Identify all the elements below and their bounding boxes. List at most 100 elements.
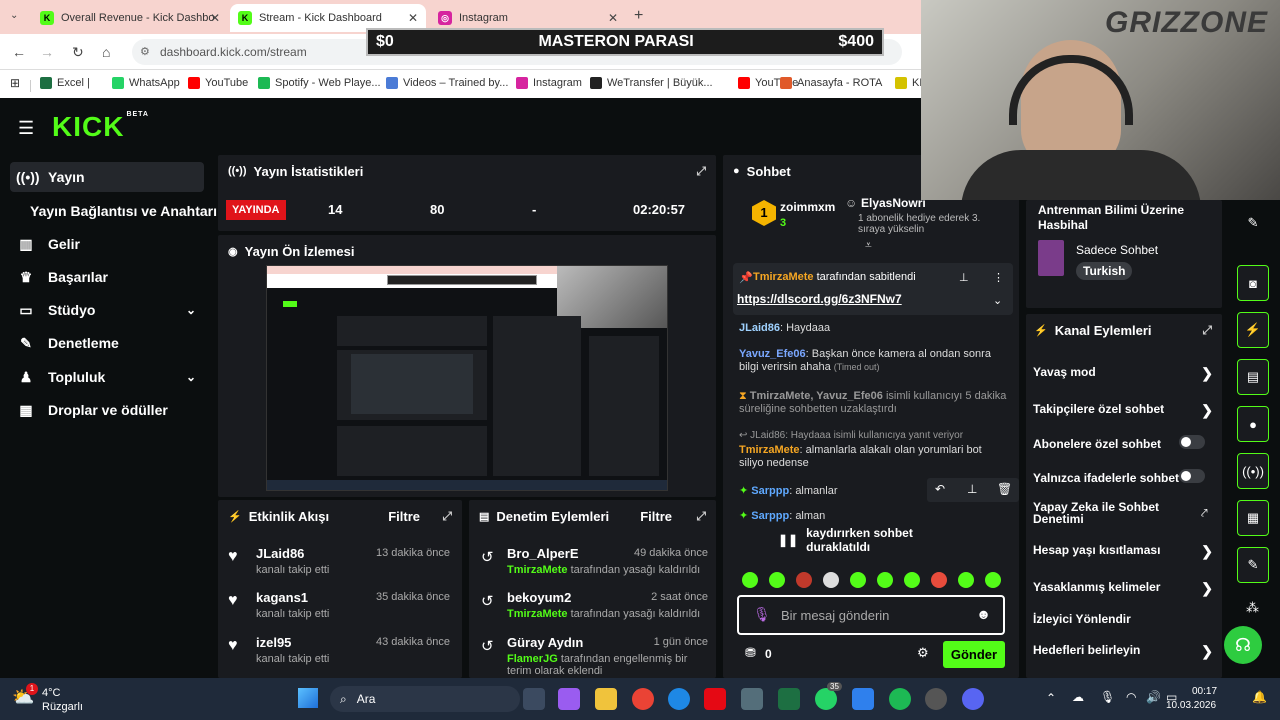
sidebar-item-stream-key[interactable]: Yayın Bağlantısı ve Anahtarı <box>24 196 218 226</box>
slow-mode-button[interactable]: Yavaş mod ❯ <box>1033 365 1213 381</box>
chat-message[interactable]: ✦ Sarppp: alman <box>739 510 1009 523</box>
set-goals-button[interactable]: Hedefleri belirleyin ❯ <box>1033 643 1213 659</box>
list-item[interactable]: ♥ kagans1 kanalı takip etti 35 dakika ön… <box>218 586 458 630</box>
subscribers-only-toggle[interactable] <box>1179 435 1205 449</box>
chat-username[interactable]: Sarppp <box>751 510 789 522</box>
copilot-icon[interactable] <box>558 688 580 710</box>
expand-icon[interactable]: ⤢ <box>696 164 706 179</box>
emote-icon[interactable] <box>985 572 1001 588</box>
emote-icon[interactable] <box>958 572 974 588</box>
pinned-message[interactable]: 📌 TmirzaMete tarafından sabitlendi ⊥ ⋮ h… <box>733 263 1013 315</box>
list-item[interactable]: ↺ Bro_AlperE TmirzaMete tarafından yasağ… <box>469 542 716 586</box>
sidebar-item-topluluk[interactable]: ♟ Topluluk ⌄ <box>10 362 204 392</box>
wifi-icon[interactable]: ◠ <box>1126 690 1136 704</box>
excel-icon[interactable] <box>778 688 800 710</box>
stream-preview-video[interactable] <box>266 265 668 491</box>
home-icon[interactable]: ⌂ <box>102 44 110 60</box>
emoji-icon[interactable]: ☻ <box>976 606 991 622</box>
trash-icon[interactable]: 🗑 <box>997 482 1012 496</box>
chat-message[interactable]: JLaid86: Haydaaa <box>739 322 1009 335</box>
gift-target-user[interactable]: ElyasNowrı <box>861 196 926 210</box>
bolt-icon[interactable]: ⚡ <box>1237 312 1269 348</box>
edge-icon[interactable] <box>668 688 690 710</box>
forward-icon[interactable]: → <box>40 44 54 60</box>
sidebar-item-denetleme[interactable]: ✎ Denetleme <box>10 328 204 358</box>
task-view-icon[interactable] <box>523 688 545 710</box>
category-thumbnail[interactable] <box>1038 240 1064 276</box>
chat-message[interactable]: TmirzaMete: almanlarla alakalı olan yoru… <box>739 444 1009 470</box>
site-info-icon[interactable]: ⚙ <box>140 45 150 58</box>
bookmark-item[interactable]: YouTube <box>188 77 248 89</box>
sidebar-item-droplar[interactable]: ▦ Droplar ve ödüller <box>10 395 204 425</box>
chevron-down-icon[interactable]: ⌄ <box>186 370 196 384</box>
chat-username[interactable]: Yavuz_Efe06 <box>739 348 806 360</box>
chat-username[interactable]: JLaid86 <box>739 322 780 334</box>
close-icon[interactable]: ✕ <box>408 11 418 25</box>
store-icon[interactable] <box>741 688 763 710</box>
cloud-icon[interactable]: ☁ <box>1072 690 1084 704</box>
windows-start-icon[interactable] <box>298 688 318 708</box>
collapse-icon[interactable]: ⩡ <box>865 238 872 253</box>
settings-app-icon[interactable] <box>852 688 874 710</box>
clock-date[interactable]: 10.03.2026 <box>1166 700 1216 711</box>
emote-icon[interactable] <box>796 572 812 588</box>
share-icon[interactable]: ⁂ <box>1246 600 1259 616</box>
wrench-icon[interactable]: ✎ <box>1237 547 1269 583</box>
emote-icon[interactable] <box>769 572 785 588</box>
bookmark-item[interactable]: Excel | <box>40 77 90 89</box>
category-name[interactable]: Sadece Sohbet <box>1076 243 1158 257</box>
microphone-icon[interactable]: 🎙 <box>753 606 771 623</box>
back-icon[interactable]: ← <box>12 44 26 60</box>
reload-icon[interactable]: ↻ <box>72 44 84 61</box>
emote-icon[interactable] <box>931 572 947 588</box>
chevron-down-icon[interactable]: ⌄ <box>993 294 1002 307</box>
emote-icon[interactable] <box>904 572 920 588</box>
chrome-icon[interactable] <box>632 688 654 710</box>
bookmark-item[interactable]: Spotify - Web Playe... <box>258 77 381 89</box>
chat-username[interactable]: TmirzaMete <box>739 444 800 456</box>
emote-icon[interactable] <box>823 572 839 588</box>
apps-grid-icon[interactable]: ⊞ <box>10 76 20 90</box>
sidebar-item-basarilar[interactable]: ♛ Başarılar <box>10 262 204 292</box>
emote-icon[interactable] <box>742 572 758 588</box>
expand-icon[interactable]: ⤢ <box>442 509 452 524</box>
file-explorer-icon[interactable] <box>595 688 617 710</box>
sidebar-item-gelir[interactable]: ▥ Gelir <box>10 229 204 259</box>
send-button[interactable]: Gönder <box>943 641 1005 668</box>
more-options-icon[interactable]: ⋮ <box>993 271 1004 284</box>
chat-username[interactable]: Sarppp <box>751 485 789 497</box>
ai-moderation-button[interactable]: Yapay Zeka ile Sohbet Denetimi <box>1033 501 1183 525</box>
emote-icon[interactable] <box>877 572 893 588</box>
chat-message[interactable]: Yavuz_Efe06: Başkan önce kamera al ondan… <box>739 348 1009 374</box>
tab-menu-icon[interactable]: ⌄ <box>10 10 18 21</box>
bookmark-item[interactable]: Anasayfa - ROTA <box>780 77 882 89</box>
chat-input[interactable]: 🎙 Bir mesaj gönderin ☻ <box>737 595 1005 635</box>
points-icon[interactable]: ⛃ <box>745 645 756 661</box>
chat-bubble-icon[interactable]: ● <box>1237 406 1269 442</box>
whatsapp-icon[interactable] <box>815 688 837 710</box>
broadcast-icon[interactable]: ((•)) <box>1237 453 1269 489</box>
close-icon[interactable]: ✕ <box>608 11 618 25</box>
list-item[interactable]: ↺ bekoyum2 TmirzaMete tarafından yasağı … <box>469 586 716 630</box>
sidebar-item-yayin[interactable]: ((•)) Yayın <box>10 162 204 192</box>
volume-icon[interactable]: 🔊 <box>1146 690 1161 704</box>
bookmark-item[interactable]: Instagram <box>516 77 582 89</box>
mic-icon[interactable]: 🎙 <box>1100 690 1115 704</box>
emote-only-toggle[interactable] <box>1179 469 1205 483</box>
list-icon[interactable]: ▤ <box>1237 359 1269 395</box>
new-tab-icon[interactable]: + <box>634 7 643 25</box>
layout-icon[interactable]: ▦ <box>1237 500 1269 536</box>
tab-overall-revenue[interactable]: K Overall Revenue - Kick Dashbo ✕ <box>32 4 228 32</box>
settings-gear-icon[interactable]: ⚙ <box>917 645 929 661</box>
pin-icon[interactable]: ⊥ <box>967 482 977 496</box>
raid-button[interactable]: İzleyici Yönlendir <box>1033 612 1213 626</box>
notifications-icon[interactable]: 🔔 <box>1252 690 1267 704</box>
reply-icon[interactable]: ↶ <box>935 482 945 496</box>
close-icon[interactable]: ✕ <box>210 11 220 25</box>
top-gifter-name[interactable]: zoimmxm <box>780 200 835 214</box>
obs-icon[interactable] <box>925 688 947 710</box>
unpin-icon[interactable]: ⊥ <box>959 271 969 284</box>
expand-icon[interactable]: ⤢ <box>1202 323 1212 338</box>
support-headset-icon[interactable]: ☊ <box>1224 626 1262 664</box>
language-tag[interactable]: Turkish <box>1076 262 1133 280</box>
